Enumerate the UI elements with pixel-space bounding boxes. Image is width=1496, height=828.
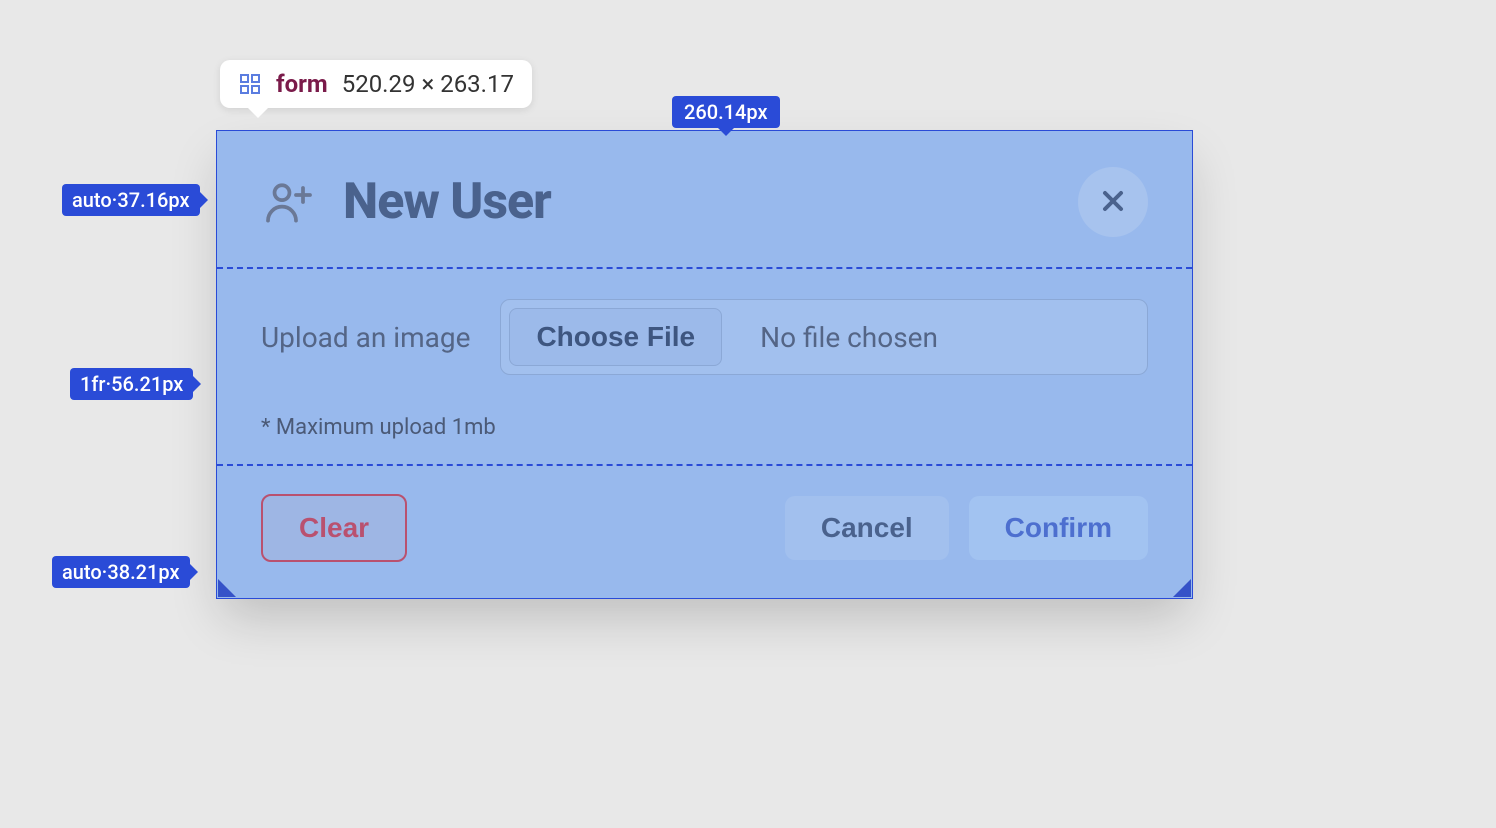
close-button[interactable]: [1078, 167, 1148, 237]
form-body: Upload an image Choose File No file chos…: [261, 269, 1148, 464]
grid-row-label-1: auto·37.16px: [62, 184, 200, 216]
devtools-tooltip: form 520.29 × 263.17: [220, 60, 532, 108]
cancel-button[interactable]: Cancel: [785, 496, 949, 560]
user-plus-icon: [261, 174, 317, 230]
choose-file-button[interactable]: Choose File: [509, 308, 722, 366]
grid-width-label: 260.14px: [672, 96, 780, 128]
new-user-form: New User Upload an image Choose File No …: [216, 130, 1193, 599]
file-input[interactable]: Choose File No file chosen: [500, 299, 1148, 375]
upload-hint: * Maximum upload 1mb: [261, 415, 1148, 440]
form-title: New User: [343, 173, 551, 231]
confirm-button[interactable]: Confirm: [969, 496, 1148, 560]
grid-corner-icon: [1173, 579, 1191, 597]
upload-row: Upload an image Choose File No file chos…: [261, 299, 1148, 375]
grid-icon: [238, 72, 262, 96]
tooltip-dimensions: 520.29 × 263.17: [342, 70, 514, 98]
form-header: New User: [261, 167, 1148, 267]
upload-label: Upload an image: [261, 321, 470, 354]
grid-corner-icon: [218, 579, 236, 597]
grid-row-label-2: 1fr·56.21px: [70, 368, 193, 400]
close-icon: [1097, 185, 1129, 220]
form-footer: Clear Cancel Confirm: [261, 466, 1148, 562]
file-status: No file chosen: [730, 321, 1147, 354]
form-header-left: New User: [261, 173, 551, 231]
tooltip-tag: form: [276, 70, 328, 98]
clear-button[interactable]: Clear: [261, 494, 407, 562]
footer-right: Cancel Confirm: [785, 496, 1148, 560]
grid-row-label-3: auto·38.21px: [52, 556, 190, 588]
